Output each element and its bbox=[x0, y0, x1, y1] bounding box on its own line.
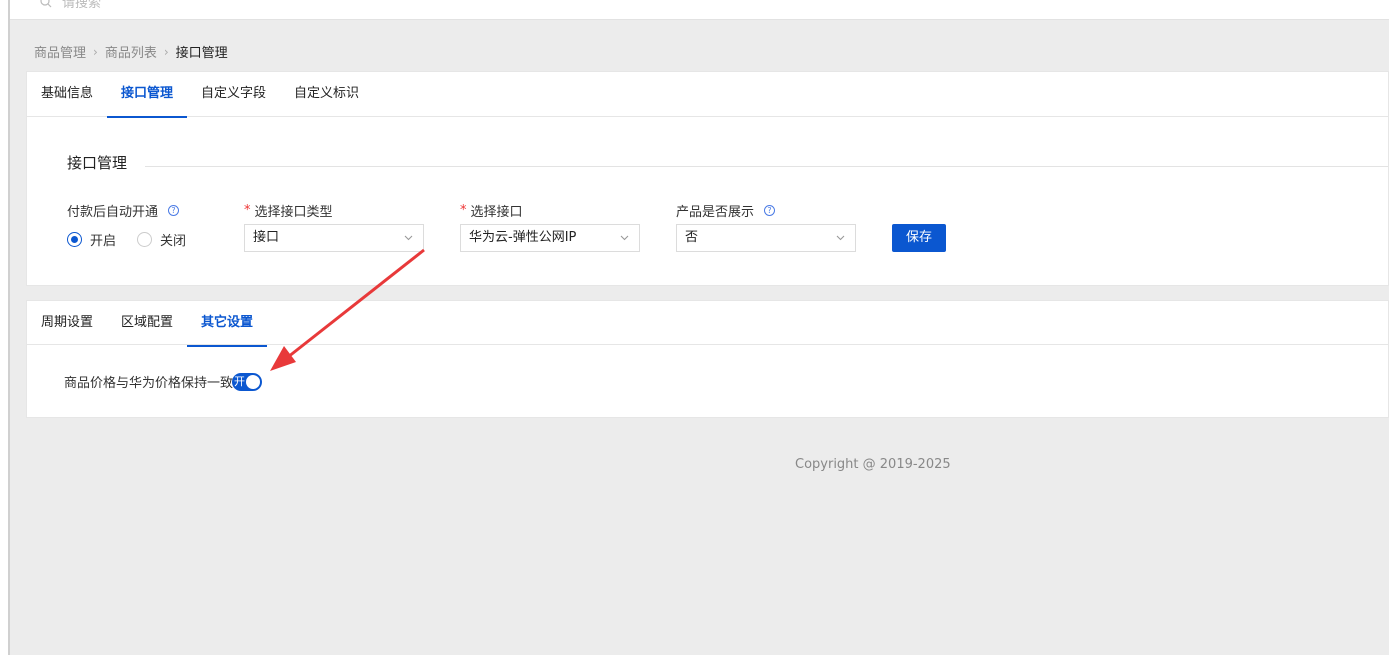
search-placeholder[interactable]: 请搜索 bbox=[62, 0, 101, 11]
chevron-down-icon bbox=[620, 235, 629, 241]
breadcrumb-item-product-management[interactable]: 商品管理 bbox=[34, 42, 86, 61]
breadcrumb-separator: › bbox=[163, 44, 169, 59]
price-sync-toggle[interactable]: 开 bbox=[232, 373, 262, 391]
radio-dot-checked bbox=[67, 232, 82, 247]
tab-cycle-settings[interactable]: 周期设置 bbox=[27, 301, 107, 346]
search-box[interactable]: 请搜索 bbox=[40, 0, 101, 11]
section-title: 接口管理 bbox=[67, 154, 128, 172]
tab-region-config[interactable]: 区域配置 bbox=[107, 301, 187, 346]
top-tabs: 基础信息 接口管理 自定义字段 自定义标识 bbox=[27, 72, 1388, 118]
help-icon[interactable]: ? bbox=[168, 205, 180, 216]
copyright: Copyright @ 2019-2025 bbox=[795, 457, 951, 472]
top-bar: 请搜索 bbox=[10, 0, 1389, 20]
tab-basic-info[interactable]: 基础信息 bbox=[27, 72, 107, 117]
breadcrumb: 商品管理 › 商品列表 › 接口管理 bbox=[34, 42, 228, 62]
other-settings-card: 周期设置 区域配置 其它设置 商品价格与华为价格保持一致 开 bbox=[26, 300, 1389, 418]
interface-card: 基础信息 接口管理 自定义字段 自定义标识 接口管理 付款后自动开通 ? 开启 … bbox=[26, 71, 1389, 286]
toggle-knob bbox=[246, 375, 260, 389]
breadcrumb-item-product-list[interactable]: 商品列表 bbox=[105, 42, 157, 61]
tab-other-settings[interactable]: 其它设置 bbox=[187, 301, 268, 347]
chevron-down-icon bbox=[836, 235, 845, 241]
tab-interface-management[interactable]: 接口管理 bbox=[107, 72, 188, 118]
chevron-down-icon bbox=[404, 235, 413, 241]
help-icon[interactable]: ? bbox=[764, 205, 776, 216]
price-sync-label: 商品价格与华为价格保持一致 bbox=[64, 376, 234, 391]
interface-type-select[interactable]: 接口 bbox=[244, 224, 424, 252]
auto-open-label: 付款后自动开通 ? bbox=[67, 201, 180, 220]
save-button[interactable]: 保存 bbox=[892, 224, 946, 252]
interface-type-label: * 选择接口类型 bbox=[244, 203, 333, 220]
interface-select[interactable]: 华为云-弹性公网IP bbox=[460, 224, 640, 252]
breadcrumb-separator: › bbox=[93, 44, 98, 59]
radio-disable[interactable]: 关闭 bbox=[137, 230, 186, 249]
bottom-tabs: 周期设置 区域配置 其它设置 bbox=[27, 301, 1388, 347]
radio-dot bbox=[137, 232, 152, 247]
show-product-select[interactable]: 否 bbox=[676, 224, 856, 252]
tab-custom-tags[interactable]: 自定义标识 bbox=[280, 72, 373, 117]
section-divider bbox=[145, 166, 1388, 167]
show-product-label: 产品是否展示 ? bbox=[676, 201, 776, 220]
interface-label: * 选择接口 bbox=[460, 203, 523, 220]
tab-custom-fields[interactable]: 自定义字段 bbox=[187, 72, 280, 117]
toggle-on-text: 开 bbox=[234, 375, 245, 388]
breadcrumb-item-current: 接口管理 bbox=[175, 46, 228, 61]
left-sidebar-edge bbox=[0, 0, 10, 655]
search-icon bbox=[40, 0, 52, 7]
radio-enable[interactable]: 开启 bbox=[67, 230, 116, 249]
